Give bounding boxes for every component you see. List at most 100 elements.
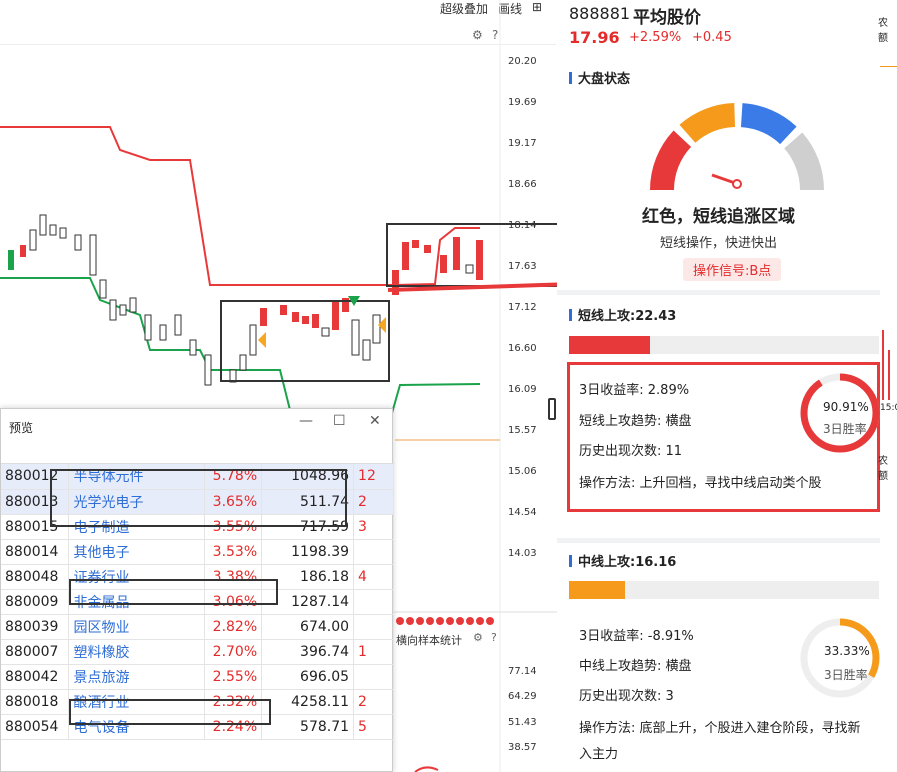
price-tick-9: 15.57 — [508, 425, 537, 436]
cell-val: 396.74 — [261, 639, 355, 665]
price-tick-7: 16.60 — [508, 343, 537, 354]
market-title: 大盘状态 — [569, 68, 630, 87]
index-name: 平均股价 — [633, 8, 701, 28]
cell-val: 696.05 — [261, 664, 355, 690]
cell-code: 880042 — [1, 664, 70, 690]
cell-ex: 5 — [353, 714, 394, 740]
mid-title: 中线上攻:16.16 — [569, 551, 676, 570]
mid-progress — [569, 581, 879, 599]
price-tick-1: 19.69 — [508, 97, 537, 108]
section-marker — [569, 71, 572, 84]
annotation-box-3 — [50, 469, 347, 527]
market-title-text: 大盘状态 — [578, 72, 631, 87]
mid-card: 中线上攻:16.16 3日收益率: -8.91% 中线上攻趋势: 横盘 历史出现… — [557, 543, 880, 772]
cell-code: 880039 — [1, 614, 70, 640]
cell-ex: 12 — [353, 464, 394, 490]
cell-name[interactable]: 塑料橡胶 — [68, 639, 206, 665]
mid-trend-line — [0, 277, 481, 421]
short-return: 3日收益率: 2.89% — [579, 383, 690, 398]
section-marker — [569, 554, 572, 567]
preview-window-title: 预览 — [9, 421, 34, 435]
price-tick-0: 20.20 — [508, 56, 537, 67]
price-tick-6: 17.12 — [508, 302, 537, 313]
sub-settings-icon[interactable]: ⚙ — [473, 631, 483, 644]
short-progress — [569, 336, 879, 354]
short-count: 历史出现次数: 11 — [579, 444, 683, 459]
price-tick-8: 16.09 — [508, 384, 537, 395]
sub-tick-1: 64.29 — [508, 691, 537, 702]
index-change-pct: +2.59% — [629, 30, 682, 45]
price-tick-12: 14.03 — [508, 548, 537, 559]
price-tick-4: 18.14 — [508, 220, 537, 231]
cell-val: 4258.11 — [261, 689, 355, 715]
market-advice: 短线操作，快进快出 — [659, 236, 777, 251]
index-price: 17.96 — [569, 28, 620, 47]
table-row[interactable]: 880042 景点旅游 2.55% 696.05 — [1, 664, 394, 690]
market-state: 红色，短线追涨区域 — [642, 207, 795, 227]
cell-pct: 2.82% — [204, 614, 263, 640]
cell-code: 880009 — [1, 589, 70, 615]
cell-val: 1198.39 — [261, 539, 355, 565]
mid-method-cont: 入主力 — [579, 747, 619, 762]
cell-ex — [353, 589, 394, 615]
cell-name[interactable]: 园区物业 — [68, 614, 206, 640]
b-signal-icon — [258, 332, 266, 348]
cell-code: 880018 — [1, 689, 70, 715]
cell-ex — [353, 664, 394, 690]
mid-trend: 中线上攻趋势: 横盘 — [579, 659, 692, 674]
index-change: +0.45 — [692, 30, 732, 45]
sub-tick-3: 38.57 — [508, 742, 537, 753]
cell-ex — [353, 539, 394, 565]
cell-pct: 3.53% — [204, 539, 263, 565]
short-title: 短线上攻:22.43 — [569, 305, 676, 324]
market-gauge — [650, 103, 824, 191]
section-marker — [569, 308, 572, 321]
splitter-handle[interactable] — [548, 398, 556, 420]
adjacent-time: 15:0 — [880, 403, 897, 413]
sub-tick-2: 51.43 — [508, 717, 537, 728]
short-method: 操作方法: 上升回档，寻找中线启动类个股 — [579, 476, 822, 491]
cell-pct: 2.55% — [204, 664, 263, 690]
preview-window[interactable]: 预览 — ☐ ✕ 880012 半导体元件 5.78% 1048.96 12 880013… — [0, 408, 394, 772]
cell-ex: 1 — [353, 639, 394, 665]
short-progress-fill — [569, 336, 651, 354]
mid-winrate: 33.33% — [824, 644, 870, 658]
sub-help-icon[interactable]: ? — [491, 631, 497, 644]
cell-code: 880048 — [1, 564, 70, 590]
short-card: 短线上攻:22.43 3日收益率: 2.89% 短线上攻趋势: 横盘 历史出现次… — [557, 295, 880, 538]
short-winrate-label: 3日胜率 — [823, 422, 867, 436]
mid-progress-fill — [569, 581, 625, 599]
cell-val: 578.71 — [261, 714, 355, 740]
cell-ex: 2 — [353, 489, 394, 515]
operation-signal-badge[interactable]: 操作信号:B点 — [683, 258, 782, 281]
maximize-icon[interactable]: ☐ — [333, 413, 346, 429]
adjacent-label-2: 农额 — [878, 456, 888, 482]
annotation-box-2 — [386, 223, 557, 287]
dot-row — [396, 617, 494, 625]
close-icon[interactable]: ✕ — [369, 413, 381, 429]
table-row[interactable]: 880014 其他电子 3.53% 1198.39 — [1, 539, 394, 565]
price-tick-10: 15.06 — [508, 466, 537, 477]
minimize-icon[interactable]: — — [299, 413, 313, 429]
table-row[interactable]: 880039 园区物业 2.82% 674.00 — [1, 614, 394, 640]
adjacent-panel-edge: 农额 15:0 农额 — [878, 0, 897, 772]
mid-winrate-ring — [800, 618, 880, 698]
cell-code: 880054 — [1, 714, 70, 740]
price-tick-5: 17.63 — [508, 261, 537, 272]
price-tick-3: 18.66 — [508, 179, 537, 190]
adjacent-label-1: 农额 — [878, 18, 888, 44]
short-trend: 短线上攻趋势: 横盘 — [579, 414, 692, 429]
mid-count: 历史出现次数: 3 — [579, 689, 674, 704]
cell-ex: 4 — [353, 564, 394, 590]
cell-name[interactable]: 景点旅游 — [68, 664, 206, 690]
short-title-text: 短线上攻:22.43 — [578, 309, 677, 324]
cell-name[interactable]: 其他电子 — [68, 539, 206, 565]
cell-code: 880007 — [1, 639, 70, 665]
table-row[interactable]: 880007 塑料橡胶 2.70% 396.74 1 — [1, 639, 394, 665]
annotation-box-5 — [69, 699, 271, 725]
sub-chart-label: 横向样本统计 — [396, 634, 462, 647]
sub-tick-0: 77.14 — [508, 666, 537, 677]
price-tick-2: 19.17 — [508, 138, 537, 149]
cell-val: 674.00 — [261, 614, 355, 640]
mid-return: 3日收益率: -8.91% — [579, 629, 694, 644]
